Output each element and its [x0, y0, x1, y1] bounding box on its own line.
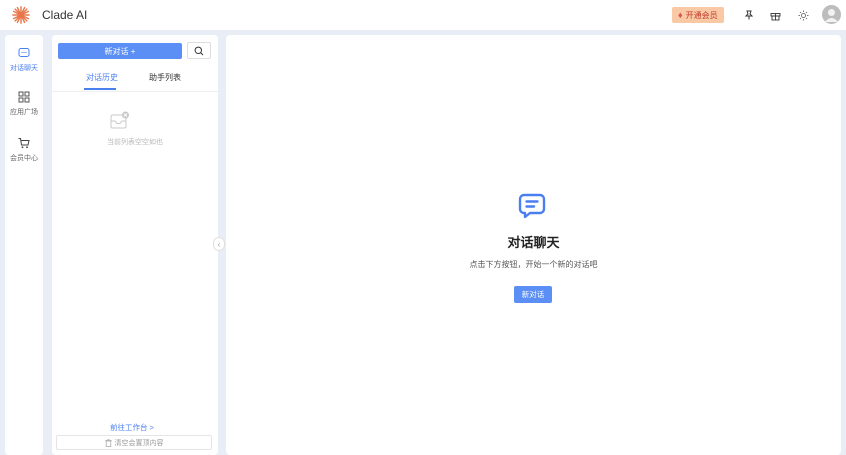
- search-icon: [194, 46, 204, 55]
- rail-item-membership[interactable]: 会员中心: [5, 131, 43, 169]
- search-button[interactable]: [187, 42, 211, 59]
- main-content: 对话聊天 点击下方按钮，开始一个新的对话吧 新对话: [226, 35, 841, 455]
- sun-icon[interactable]: [795, 7, 811, 23]
- history-panel: 新对话 + 对话历史 助手列表 当前列表空空如也 前往工作台 > 清空会置顶内容: [52, 35, 218, 455]
- cart-icon: [18, 138, 30, 149]
- app-title: Clade AI: [42, 8, 88, 22]
- vip-button[interactable]: ♦ 开通会员: [672, 7, 724, 23]
- top-bar: Clade AI ♦ 开通会员: [0, 0, 846, 30]
- trash-icon: [104, 438, 112, 447]
- divider: [52, 91, 218, 92]
- chat-icon: [18, 48, 30, 57]
- grid-icon: [18, 91, 30, 103]
- new-chat-label: 新对话 +: [104, 46, 136, 56]
- start-new-chat-button[interactable]: 新对话: [514, 286, 552, 303]
- tab-history[interactable]: 对话历史: [86, 72, 118, 83]
- page-title: 对话聊天: [507, 235, 560, 250]
- clear-history-label: 清空会置顶内容: [114, 439, 164, 447]
- collapse-panel-button[interactable]: ‹: [213, 237, 225, 251]
- empty-state-text: 当前列表空空如也: [107, 139, 163, 146]
- chat-bubble-icon: [518, 193, 546, 219]
- nav-rail: 对话聊天 应用广场 会员中心: [5, 35, 43, 455]
- empty-inbox-icon: [110, 111, 129, 129]
- tab-assistants[interactable]: 助手列表: [149, 72, 181, 83]
- gift-icon[interactable]: [767, 7, 783, 23]
- rail-item-chat[interactable]: 对话聊天: [5, 41, 43, 79]
- new-chat-button[interactable]: 新对话 +: [58, 43, 182, 59]
- pin-icon[interactable]: [741, 7, 757, 23]
- logo-icon[interactable]: [12, 6, 30, 24]
- gem-icon: ♦: [678, 10, 683, 20]
- avatar[interactable]: [822, 5, 841, 24]
- rail-item-apps[interactable]: 应用广场: [5, 85, 43, 123]
- workspace-link[interactable]: 前往工作台 >: [52, 422, 212, 433]
- tab-underline: [84, 88, 116, 90]
- page-subtitle: 点击下方按钮，开始一个新的对话吧: [469, 260, 598, 269]
- rail-item-label: 会员中心: [10, 155, 38, 162]
- vip-label: 开通会员: [685, 10, 718, 20]
- rail-item-label: 应用广场: [10, 109, 38, 116]
- clear-history-button[interactable]: 清空会置顶内容: [56, 435, 212, 450]
- chevron-left-icon: ‹: [217, 239, 221, 249]
- rail-item-label: 对话聊天: [10, 65, 38, 72]
